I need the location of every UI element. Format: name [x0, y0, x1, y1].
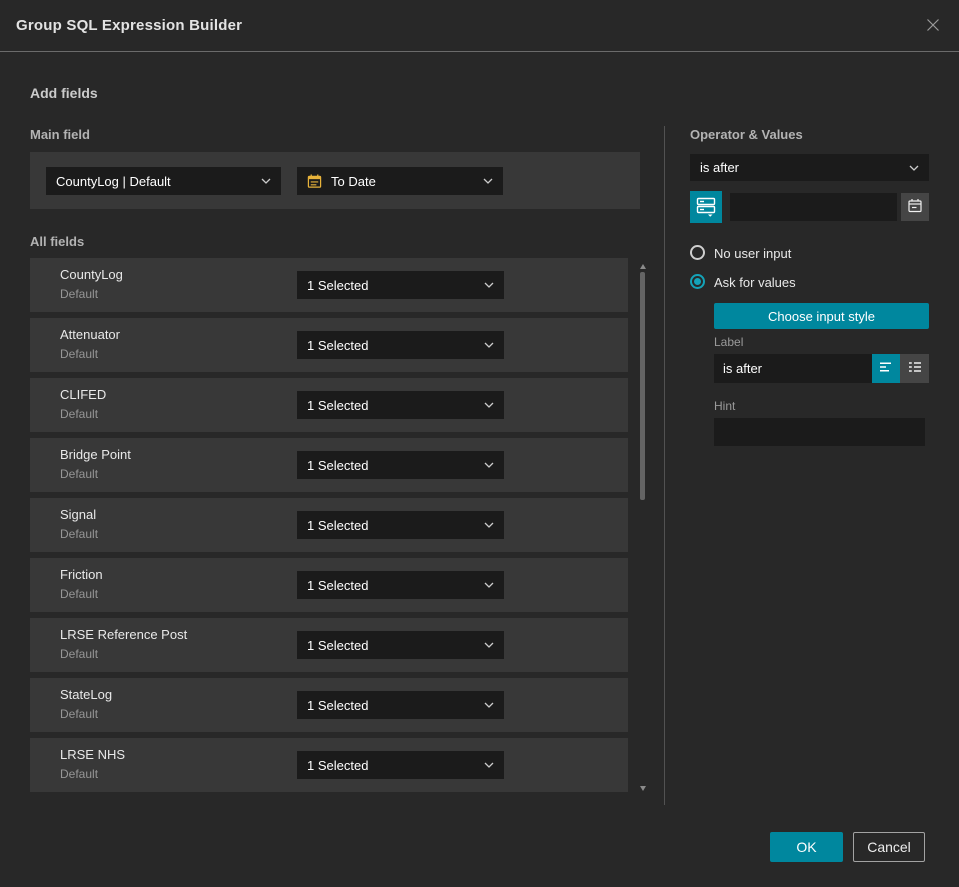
chevron-down-icon — [484, 642, 494, 648]
dialog-header: Group SQL Expression Builder — [0, 0, 959, 52]
chevron-down-icon — [484, 582, 494, 588]
list-style-button[interactable] — [900, 354, 929, 383]
field-subtype: Default — [60, 407, 99, 421]
field-selection-value: 1 Selected — [307, 637, 369, 653]
field-name: StateLog — [60, 687, 113, 702]
field-row: Friction Default 1 Selected — [30, 558, 628, 612]
all-fields-heading: All fields — [30, 234, 85, 249]
operator-values-heading: Operator & Values — [690, 127, 803, 142]
scroll-up-icon[interactable] — [640, 264, 646, 269]
hint-caption: Hint — [714, 399, 736, 413]
ask-for-values-radio[interactable] — [690, 274, 705, 289]
date-picker-button[interactable] — [901, 193, 929, 221]
field-selection-value: 1 Selected — [307, 577, 369, 593]
field-selection-dropdown[interactable]: 1 Selected — [297, 751, 504, 779]
field-subtype: Default — [60, 707, 99, 721]
field-name: Bridge Point — [60, 447, 131, 462]
date-part-dropdown-value: To Date — [331, 173, 376, 189]
calendar-icon — [907, 198, 923, 217]
chevron-down-icon — [909, 165, 919, 171]
label-caption: Label — [714, 335, 744, 349]
panel-divider — [664, 126, 665, 805]
list-icon — [907, 359, 923, 378]
date-part-dropdown[interactable]: To Date — [297, 167, 503, 195]
field-row: LRSE Reference Post Default 1 Selected — [30, 618, 628, 672]
date-value-input[interactable] — [730, 193, 897, 221]
main-field-bar: CountyLog | Default To Date — [30, 152, 640, 209]
field-name: Friction — [60, 567, 103, 582]
add-fields-heading: Add fields — [30, 85, 98, 101]
chevron-down-icon — [484, 402, 494, 408]
field-selection-dropdown[interactable]: 1 Selected — [297, 571, 504, 599]
field-subtype: Default — [60, 287, 99, 301]
field-row: StateLog Default 1 Selected — [30, 678, 628, 732]
field-subtype: Default — [60, 767, 99, 781]
no-user-input-label[interactable]: No user input — [714, 246, 791, 261]
main-field-heading: Main field — [30, 127, 90, 142]
field-row: Attenuator Default 1 Selected — [30, 318, 628, 372]
list-scrollbar[interactable] — [638, 258, 648, 795]
operator-dropdown[interactable]: is after — [690, 154, 929, 181]
field-selection-value: 1 Selected — [307, 397, 369, 413]
field-subtype: Default — [60, 587, 99, 601]
cancel-button[interactable]: Cancel — [853, 832, 925, 862]
main-field-dropdown[interactable]: CountyLog | Default — [46, 167, 281, 195]
field-subtype: Default — [60, 647, 99, 661]
chevron-down-icon — [484, 702, 494, 708]
field-selection-dropdown[interactable]: 1 Selected — [297, 631, 504, 659]
field-selection-value: 1 Selected — [307, 517, 369, 533]
chevron-down-icon — [483, 178, 493, 184]
field-selection-dropdown[interactable]: 1 Selected — [297, 691, 504, 719]
close-icon — [923, 15, 943, 38]
chevron-down-icon — [484, 342, 494, 348]
field-row: Signal Default 1 Selected — [30, 498, 628, 552]
field-subtype: Default — [60, 467, 99, 481]
no-user-input-radio[interactable] — [690, 245, 705, 260]
chevron-down-icon — [484, 762, 494, 768]
field-name: LRSE NHS — [60, 747, 126, 762]
field-name: Attenuator — [60, 327, 120, 342]
scrollbar-thumb[interactable] — [640, 272, 645, 500]
main-field-dropdown-value: CountyLog | Default — [56, 173, 171, 189]
field-selection-value: 1 Selected — [307, 277, 369, 293]
field-selection-dropdown[interactable]: 1 Selected — [297, 451, 504, 479]
align-left-icon — [878, 359, 894, 378]
ask-for-values-label[interactable]: Ask for values — [714, 275, 796, 290]
chevron-down-icon — [261, 178, 271, 184]
field-selection-value: 1 Selected — [307, 337, 369, 353]
field-subtype: Default — [60, 527, 99, 541]
field-name: Signal — [60, 507, 97, 522]
ok-button[interactable]: OK — [770, 832, 843, 862]
field-name: CLIFED — [60, 387, 107, 402]
label-input[interactable] — [714, 354, 872, 383]
calendar-icon — [307, 173, 322, 189]
field-row: CountyLog Default 1 Selected — [30, 258, 628, 312]
field-row: Bridge Point Default 1 Selected — [30, 438, 628, 492]
chevron-down-icon — [484, 522, 494, 528]
operator-dropdown-value: is after — [700, 160, 740, 175]
field-selection-dropdown[interactable]: 1 Selected — [297, 331, 504, 359]
choose-input-style-button[interactable]: Choose input style — [714, 303, 929, 329]
group-sql-expression-builder-dialog: Group SQL Expression Builder Add fields … — [0, 0, 959, 887]
hint-input[interactable] — [714, 418, 925, 446]
chevron-down-icon — [484, 462, 494, 468]
unique-values-button[interactable] — [690, 191, 722, 223]
field-row: LRSE NHS Default 1 Selected — [30, 738, 628, 792]
field-row: CLIFED Default 1 Selected — [30, 378, 628, 432]
close-button[interactable] — [919, 12, 947, 40]
field-selection-value: 1 Selected — [307, 697, 369, 713]
field-name: CountyLog — [60, 267, 123, 282]
field-subtype: Default — [60, 347, 99, 361]
chevron-down-icon — [484, 282, 494, 288]
field-selection-dropdown[interactable]: 1 Selected — [297, 271, 504, 299]
field-selection-value: 1 Selected — [307, 757, 369, 773]
field-name: LRSE Reference Post — [60, 627, 188, 642]
single-line-style-button[interactable] — [872, 354, 900, 383]
value-list-icon — [695, 195, 717, 220]
dialog-title: Group SQL Expression Builder — [16, 17, 243, 34]
field-selection-dropdown[interactable]: 1 Selected — [297, 511, 504, 539]
field-selection-dropdown[interactable]: 1 Selected — [297, 391, 504, 419]
scroll-down-icon[interactable] — [640, 786, 646, 791]
field-selection-value: 1 Selected — [307, 457, 369, 473]
